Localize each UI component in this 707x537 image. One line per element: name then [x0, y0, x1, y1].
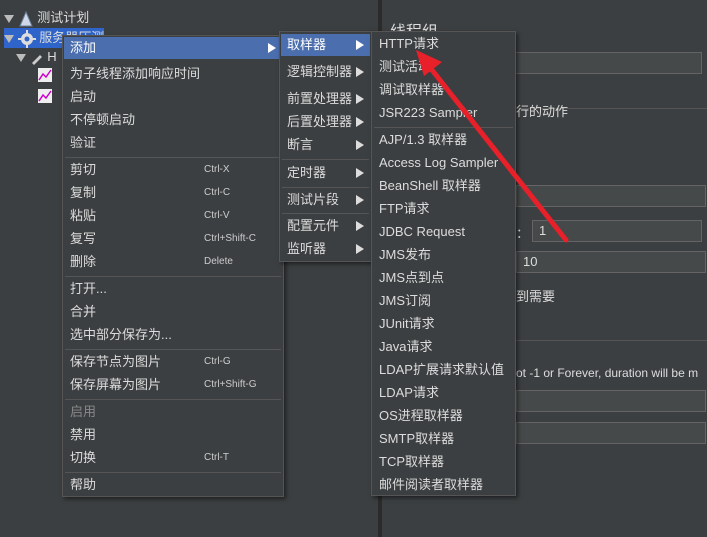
expand-triangle-icon[interactable]	[4, 14, 14, 23]
menu-item-save-node-image[interactable]: 保存节点为图片 Ctrl-G	[64, 351, 282, 373]
thread-count-input[interactable]: 1	[532, 220, 702, 242]
tree-row-http-child[interactable]: H	[16, 47, 57, 67]
submenu-arrow-icon	[356, 221, 364, 231]
menu-separator	[65, 276, 281, 277]
menu-item-ldap-extended-request[interactable]: LDAP扩展请求默认值	[373, 359, 514, 381]
menu-item-http-request[interactable]: HTTP请求	[373, 33, 514, 55]
menu-item-debug-sampler[interactable]: 调试取样器	[373, 79, 514, 101]
menu-item-save-screen-image[interactable]: 保存屏幕为图片 Ctrl+Shift-G	[64, 374, 282, 396]
menu-item-timer[interactable]: 定时器	[281, 162, 370, 184]
submenu-arrow-icon	[356, 168, 364, 178]
menu-item-sampler[interactable]: 取样器	[281, 34, 370, 56]
menu-item-logic-controller[interactable]: 逻辑控制器	[281, 61, 370, 83]
menu-item-add-response-time[interactable]: 为子线程添加响应时间	[64, 63, 282, 85]
tree-row-test-plan[interactable]: 测试计划	[4, 8, 89, 28]
menu-item-ajp-sampler[interactable]: AJP/1.3 取样器	[373, 129, 514, 151]
submenu-arrow-icon	[356, 40, 364, 50]
menu-item-duplicate[interactable]: 复写 Ctrl+Shift-C	[64, 228, 282, 250]
menu-item-jms-point-to-point[interactable]: JMS点到点	[373, 267, 514, 289]
submenu-arrow-icon	[268, 43, 276, 53]
startup-delay-input[interactable]	[516, 422, 706, 444]
menu-separator	[65, 472, 281, 473]
submenu-arrow-icon	[356, 140, 364, 150]
menu-item-save-selection[interactable]: 选中部分保存为...	[64, 324, 282, 346]
menu-item-junit-request[interactable]: JUnit请求	[373, 313, 514, 335]
menu-item-toggle[interactable]: 切换 Ctrl-T	[64, 447, 282, 469]
menu-item-cut[interactable]: 剪切 Ctrl-X	[64, 159, 282, 181]
submenu-arrow-icon	[356, 94, 364, 104]
thread-count-value: 1	[539, 223, 547, 238]
field-row[interactable]	[516, 185, 706, 207]
menu-item-ftp-request[interactable]: FTP请求	[373, 198, 514, 220]
menu-item-ldap-request[interactable]: LDAP请求	[373, 382, 514, 404]
listener-graph-icon	[38, 68, 52, 82]
menu-separator	[282, 187, 369, 188]
loop-label: ：	[516, 226, 530, 241]
name-field[interactable]	[512, 52, 702, 74]
menu-item-start-no-pause[interactable]: 不停顿启动	[64, 109, 282, 131]
menu-item-config-element[interactable]: 配置元件	[281, 215, 370, 237]
ramp-up-input[interactable]: 10	[516, 251, 706, 273]
menu-item-jsr223-sampler[interactable]: JSR223 Sampler	[373, 102, 514, 124]
menu-item-paste[interactable]: 粘贴 Ctrl-V	[64, 205, 282, 227]
menu-separator	[282, 159, 369, 160]
menu-item-validate[interactable]: 验证	[64, 132, 282, 154]
menu-item-pre-processor[interactable]: 前置处理器	[281, 88, 370, 110]
add-submenu[interactable]: 取样器 逻辑控制器 前置处理器 后置处理器 断言 定时器 测试片段 配置元件 监…	[279, 31, 372, 262]
menu-item-jdbc-request[interactable]: JDBC Request	[373, 221, 514, 243]
test-plan-icon	[18, 10, 33, 27]
sampler-submenu[interactable]: HTTP请求 测试活动 调试取样器 JSR223 Sampler AJP/1.3…	[371, 31, 516, 496]
submenu-arrow-icon	[356, 244, 364, 254]
menu-item-disable[interactable]: 禁用	[64, 424, 282, 446]
test-plan-label: 测试计划	[37, 10, 90, 25]
expand-triangle-icon[interactable]	[16, 53, 26, 62]
menu-item-smtp-sampler[interactable]: SMTP取样器	[373, 428, 514, 450]
listener-graph-icon	[38, 89, 52, 103]
duration-note: ot -1 or Forever, duration will be m	[516, 366, 699, 380]
menu-separator	[374, 127, 513, 128]
menu-separator	[65, 157, 281, 158]
ramp-up-value: 10	[523, 254, 538, 269]
menu-item-test-fragment[interactable]: 测试片段	[281, 189, 370, 211]
menu-item-enable: 启用	[70, 404, 97, 419]
menu-separator	[282, 213, 369, 214]
error-action-label: 行的动作	[516, 104, 569, 119]
duration-input[interactable]	[516, 390, 706, 412]
menu-item-merge[interactable]: 合并	[64, 301, 282, 323]
menu-item-tcp-sampler[interactable]: TCP取样器	[373, 451, 514, 473]
divider	[512, 340, 707, 341]
menu-item-mail-reader-sampler[interactable]: 邮件阅读者取样器	[373, 474, 514, 496]
menu-item-beanshell-sampler[interactable]: BeanShell 取样器	[373, 175, 514, 197]
submenu-arrow-icon	[356, 117, 364, 127]
menu-item-open[interactable]: 打开...	[64, 278, 282, 300]
submenu-arrow-icon	[356, 67, 364, 77]
menu-item-assertion[interactable]: 断言	[281, 134, 370, 156]
menu-item-test-action[interactable]: 测试活动	[373, 56, 514, 78]
context-menu[interactable]: 添加 为子线程添加响应时间 启动 不停顿启动 验证 剪切 Ctrl-X 复制 Ctr…	[62, 35, 284, 497]
menu-item-delete[interactable]: 删除 Delete	[64, 251, 282, 273]
menu-item-post-processor[interactable]: 后置处理器	[281, 111, 370, 133]
menu-item-os-process-sampler[interactable]: OS进程取样器	[373, 405, 514, 427]
pipette-icon	[31, 54, 42, 65]
menu-separator	[65, 399, 281, 400]
menu-item-access-log-sampler[interactable]: Access Log Sampler	[373, 152, 514, 174]
menu-separator	[65, 349, 281, 350]
delay-creation-label: 到需要	[516, 289, 556, 304]
menu-item-jms-subscriber[interactable]: JMS订阅	[373, 290, 514, 312]
child-label: H	[47, 49, 57, 64]
menu-item-help[interactable]: 帮助	[64, 474, 282, 496]
expand-triangle-icon[interactable]	[4, 34, 14, 43]
menu-item-java-request[interactable]: Java请求	[373, 336, 514, 358]
menu-item-add[interactable]: 添加	[64, 37, 282, 59]
menu-item-jms-publisher[interactable]: JMS发布	[373, 244, 514, 266]
submenu-arrow-icon	[356, 195, 364, 205]
menu-item-copy[interactable]: 复制 Ctrl-C	[64, 182, 282, 204]
gear-icon	[17, 29, 36, 48]
menu-item-start[interactable]: 启动	[64, 86, 282, 108]
menu-item-listener[interactable]: 监听器	[281, 238, 370, 260]
